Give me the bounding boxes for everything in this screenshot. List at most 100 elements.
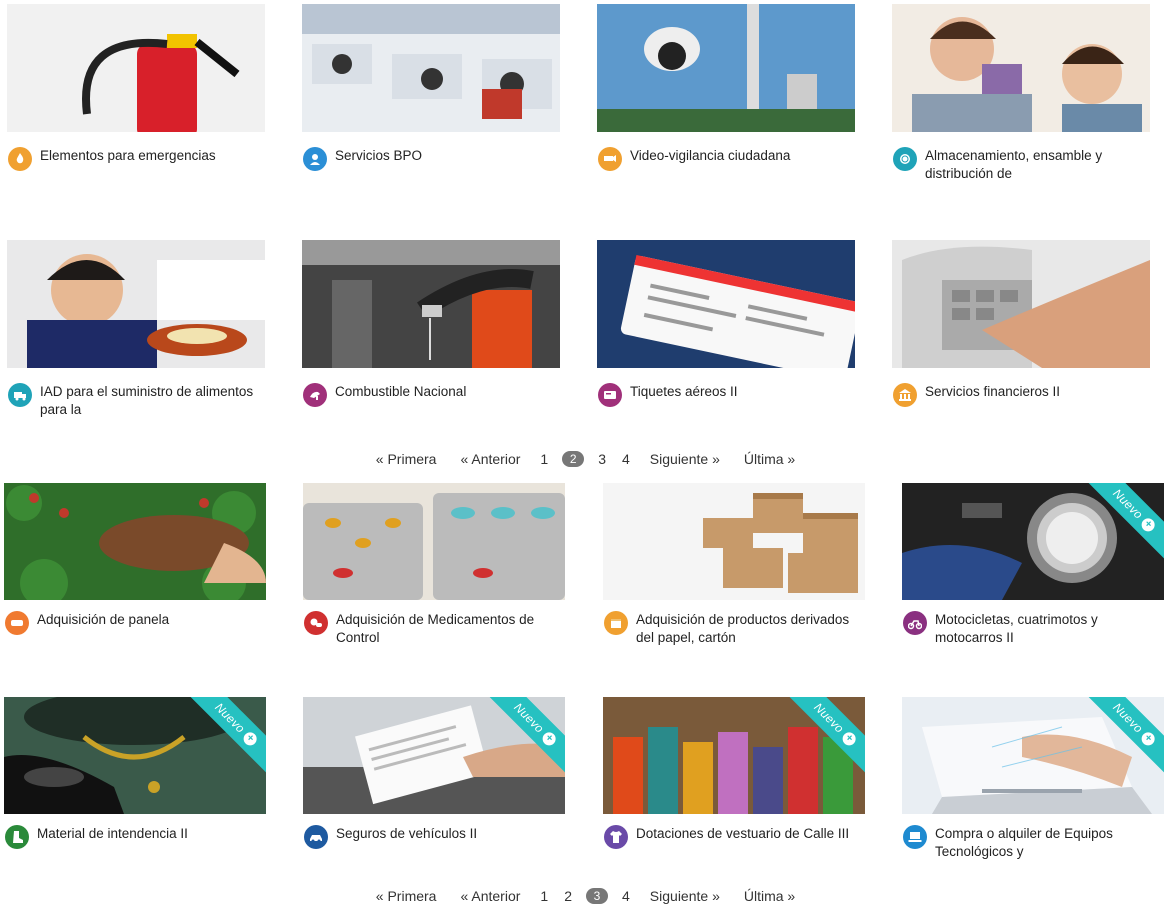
catalog-caption[interactable]: Compra o alquiler de Equipos Tecnológico… (903, 825, 1155, 861)
catalog-card[interactable]: Adquisición de panela (4, 483, 266, 635)
catalog-thumbnail[interactable] (303, 483, 565, 600)
catalog-title[interactable]: IAD para el suministro de alimentos para… (40, 383, 260, 419)
catalog-caption[interactable]: Dotaciones de vestuario de Calle III (604, 825, 856, 849)
catalog-thumbnail[interactable]: Nuevo+ (303, 697, 565, 814)
catalog-caption[interactable]: Video-vigilancia ciudadana (598, 147, 850, 171)
car-icon (304, 825, 328, 849)
catalog-thumbnail[interactable]: Nuevo+ (902, 483, 1164, 600)
pager-prev[interactable]: « Anterior (460, 451, 520, 467)
box-icon (604, 611, 628, 635)
pagination-2: « Primera « Anterior 1 2 3 4 Siguiente »… (0, 888, 1171, 904)
fuel-icon (303, 383, 327, 407)
pager-page-1[interactable]: 1 (540, 451, 548, 467)
pagination-1: « Primera « Anterior 1 2 3 4 Siguiente »… (0, 451, 1171, 467)
plus-icon: + (1138, 515, 1158, 534)
catalog-card[interactable]: Adquisición de Medicamentos de Control (303, 483, 565, 645)
thumbnail-image (892, 4, 1150, 132)
catalog-thumbnail[interactable] (4, 483, 266, 600)
catalog-caption[interactable]: Servicios financieros II (893, 383, 1145, 407)
catalog-caption[interactable]: Almacenamiento, ensamble y distribución … (893, 147, 1145, 183)
catalog-title[interactable]: Adquisición de productos derivados del p… (636, 611, 856, 647)
catalog-title[interactable]: Video-vigilancia ciudadana (630, 147, 850, 165)
catalog-caption[interactable]: Elementos para emergencias (8, 147, 260, 171)
bank-icon (893, 383, 917, 407)
catalog-title[interactable]: Combustible Nacional (335, 383, 555, 401)
catalog-thumbnail[interactable]: Nuevo+ (902, 697, 1164, 814)
catalog-title[interactable]: Seguros de vehículos II (336, 825, 556, 843)
pager-page-1[interactable]: 1 (540, 888, 548, 904)
catalog-card[interactable]: Elementos para emergencias (7, 4, 265, 171)
thumbnail-image (4, 483, 266, 600)
boot-icon (5, 825, 29, 849)
catalog-card[interactable]: Nuevo+ Material de intendencia II (4, 697, 266, 849)
catalog-card[interactable]: Nuevo+ Dotaciones de vestuario de Calle I… (603, 697, 865, 849)
pager-page-4[interactable]: 4 (622, 451, 630, 467)
thumbnail-image (597, 240, 855, 368)
catalog-card[interactable]: Nuevo+ Motocicletas, cuatrimotos y motoca… (902, 483, 1164, 645)
catalog-title[interactable]: Compra o alquiler de Equipos Tecnológico… (935, 825, 1155, 861)
catalog-thumbnail[interactable] (7, 4, 265, 132)
catalog-card[interactable]: Combustible Nacional (302, 240, 560, 407)
catalog-caption[interactable]: IAD para el suministro de alimentos para… (8, 383, 260, 419)
catalog-thumbnail[interactable]: Nuevo+ (4, 697, 266, 814)
pager-next[interactable]: Siguiente » (650, 451, 720, 467)
pager-page-4[interactable]: 4 (622, 888, 630, 904)
thumbnail-image (303, 483, 565, 600)
pager-next[interactable]: Siguiente » (650, 888, 720, 904)
catalog-card[interactable]: Servicios BPO (302, 4, 560, 171)
pager-page-3[interactable]: 3 (598, 451, 606, 467)
catalog-title[interactable]: Adquisición de panela (37, 611, 257, 629)
catalog-title[interactable]: Servicios financieros II (925, 383, 1145, 401)
pager-first[interactable]: « Primera (376, 451, 437, 467)
motorcycle-icon (903, 611, 927, 635)
catalog-card[interactable]: Almacenamiento, ensamble y distribución … (892, 4, 1150, 181)
catalog-title[interactable]: Adquisición de Medicamentos de Control (336, 611, 556, 647)
catalog-caption[interactable]: Adquisición de Medicamentos de Control (304, 611, 556, 647)
panela-icon (5, 611, 29, 635)
pager-last[interactable]: Última » (744, 888, 795, 904)
catalog-card[interactable]: Video-vigilancia ciudadana (597, 4, 855, 171)
catalog-caption[interactable]: Motocicletas, cuatrimotos y motocarros I… (903, 611, 1155, 647)
catalog-thumbnail[interactable] (603, 483, 865, 600)
pager-last[interactable]: Última » (744, 451, 795, 467)
pager-page-2-current: 2 (562, 451, 585, 467)
catalog-card[interactable]: IAD para el suministro de alimentos para… (7, 240, 265, 417)
catalog-caption[interactable]: Adquisición de productos derivados del p… (604, 611, 856, 647)
catalog-card[interactable]: Nuevo+ Seguros de vehículos II (303, 697, 565, 849)
ticket-icon (598, 383, 622, 407)
catalog-title[interactable]: Dotaciones de vestuario de Calle III (636, 825, 856, 843)
catalog-card[interactable]: Servicios financieros II (892, 240, 1150, 407)
thumbnail-image (597, 4, 855, 132)
catalog-card[interactable]: Tiquetes aéreos II (597, 240, 855, 407)
catalog-caption[interactable]: Combustible Nacional (303, 383, 555, 407)
camera-icon (598, 147, 622, 171)
catalog-card[interactable]: Nuevo+ Compra o alquiler de Equipos Tecno… (902, 697, 1164, 859)
pager-first[interactable]: « Primera (376, 888, 437, 904)
thumbnail-image (302, 4, 560, 132)
catalog-title[interactable]: Almacenamiento, ensamble y distribución … (925, 147, 1145, 183)
catalog-title[interactable]: Elementos para emergencias (40, 147, 260, 165)
catalog-card[interactable]: Adquisición de productos derivados del p… (603, 483, 865, 645)
catalog-thumbnail[interactable] (302, 4, 560, 132)
catalog-caption[interactable]: Seguros de vehículos II (304, 825, 556, 849)
catalog-thumbnail[interactable] (892, 240, 1150, 368)
plate-icon (893, 147, 917, 171)
catalog-caption[interactable]: Adquisición de panela (5, 611, 257, 635)
catalog-thumbnail[interactable] (302, 240, 560, 368)
catalog-thumbnail[interactable] (597, 240, 855, 368)
catalog-title[interactable]: Material de intendencia II (37, 825, 257, 843)
catalog-title[interactable]: Motocicletas, cuatrimotos y motocarros I… (935, 611, 1155, 647)
catalog-caption[interactable]: Material de intendencia II (5, 825, 257, 849)
catalog-title[interactable]: Tiquetes aéreos II (630, 383, 850, 401)
pager-page-2[interactable]: 2 (564, 888, 572, 904)
catalog-thumbnail[interactable] (7, 240, 265, 368)
catalog-thumbnail[interactable] (892, 4, 1150, 132)
catalog-title[interactable]: Servicios BPO (335, 147, 555, 165)
catalog-caption[interactable]: Tiquetes aéreos II (598, 383, 850, 407)
catalog-caption[interactable]: Servicios BPO (303, 147, 555, 171)
pager-page-3-current: 3 (586, 888, 608, 904)
catalog-thumbnail[interactable]: Nuevo+ (603, 697, 865, 814)
truck-icon (8, 383, 32, 407)
pager-prev[interactable]: « Anterior (460, 888, 520, 904)
catalog-thumbnail[interactable] (597, 4, 855, 132)
